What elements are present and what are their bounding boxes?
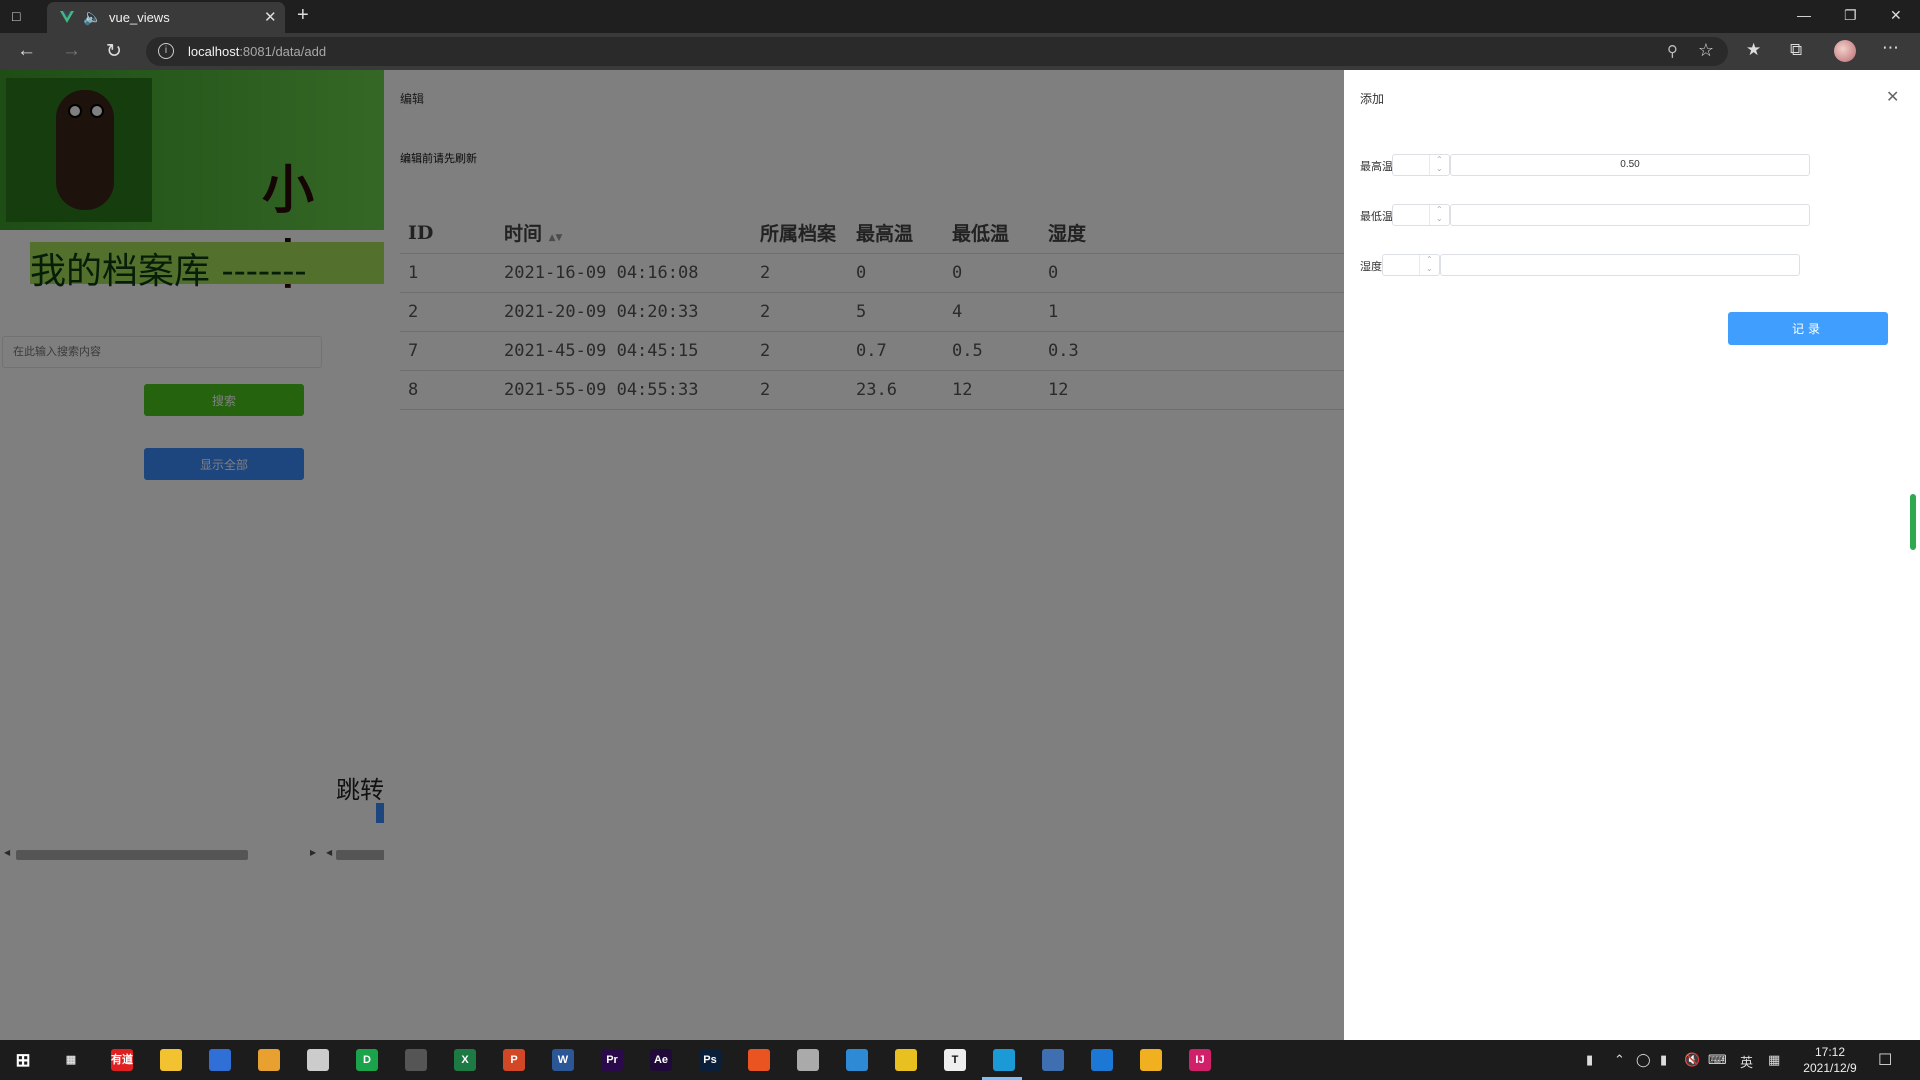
taskbar-ubuntu-icon[interactable] [748, 1049, 770, 1071]
window-close-icon[interactable]: ✕ [1890, 7, 1902, 24]
record-button[interactable]: 记录 [1728, 312, 1888, 345]
site-info-icon[interactable]: i [158, 43, 174, 59]
decrease-icon[interactable]: ⌄ [1436, 165, 1443, 173]
taskbar-terminal-icon[interactable] [405, 1049, 427, 1071]
min-temp-stepper[interactable]: ⌃ ⌄ [1392, 204, 1450, 226]
taskbar-app-e-icon[interactable] [1140, 1049, 1162, 1071]
profile-avatar[interactable] [1834, 40, 1856, 62]
taskbar: ⊞ ▦ 有道 D X P W Pr Ae Ps T IJ ▮ ⌃ ◯ ▮ 🔇 ⌨ 英 ▦ 17:1… [0, 1040, 1920, 1080]
clock-date: 2021/12/9 [1803, 1061, 1857, 1075]
zoom-out-icon[interactable]: ⚲ [1667, 42, 1678, 60]
reload-icon[interactable]: ↻ [106, 40, 122, 63]
max-temp-field[interactable]: 0.50 [1450, 154, 1810, 176]
taskbar-chrome-icon[interactable] [895, 1049, 917, 1071]
new-tab-icon[interactable]: + [297, 4, 309, 27]
power-icon[interactable]: ▮ [1660, 1052, 1667, 1068]
collections-icon[interactable]: ⧉ [1790, 40, 1802, 60]
taskbar-bt-icon[interactable] [258, 1049, 280, 1071]
forward-icon[interactable]: → [62, 40, 81, 62]
taskbar-typora-icon[interactable]: T [944, 1049, 966, 1071]
increase-icon[interactable]: ⌃ [1436, 206, 1443, 214]
taskbar-intellij-icon[interactable]: IJ [1189, 1049, 1211, 1071]
notification-icon[interactable]: ☐ [1878, 1050, 1892, 1070]
taskbar-photoshop-icon[interactable]: Ps [699, 1049, 721, 1071]
more-menu-icon[interactable]: ⋯ [1882, 38, 1899, 58]
tray-expand-icon[interactable]: ⌃ [1614, 1052, 1625, 1068]
taskbar-app-c-icon[interactable] [846, 1049, 868, 1071]
humidity-stepper[interactable]: ⌃ ⌄ [1382, 254, 1440, 276]
clock[interactable]: 17:12 2021/12/9 [1795, 1044, 1865, 1076]
min-temp-label: 最低温 [1360, 211, 1393, 223]
max-temp-label: 最高温 [1360, 161, 1393, 173]
taskbar-after-effects-icon[interactable]: Ae [650, 1049, 672, 1071]
taskbar-powerpoint-icon[interactable]: P [503, 1049, 525, 1071]
vertical-scrollbar[interactable] [1910, 494, 1916, 550]
favorites-icon[interactable]: ★ [1746, 40, 1761, 60]
taskbar-vscode-icon[interactable] [1091, 1049, 1113, 1071]
min-temp-row: 最低温 ⌃ ⌄ [1360, 204, 1810, 226]
decrease-icon[interactable]: ⌄ [1426, 265, 1433, 273]
add-drawer-title: 添加 [1360, 92, 1385, 106]
network-icon[interactable]: ◯ [1636, 1052, 1651, 1068]
url-field[interactable]: i localhost:8081/data/add ⚲ ☆ [146, 37, 1728, 66]
taskbar-premiere-icon[interactable]: Pr [601, 1049, 623, 1071]
humidity-field[interactable] [1440, 254, 1800, 276]
close-tab-icon[interactable]: ✕ [264, 8, 277, 26]
ime-mode-icon[interactable]: ▦ [1768, 1052, 1780, 1068]
taskbar-mail-icon[interactable] [209, 1049, 231, 1071]
keyboard-icon[interactable]: ⌨ [1708, 1052, 1727, 1068]
max-temp-row: 最高温 ⌃ ⌄ 0.50 [1360, 154, 1810, 176]
windows-start-icon[interactable]: ⊞ [12, 1049, 34, 1071]
tab-bar: □ 🔈 vue_views ✕ + — ❐ ✕ [0, 0, 1920, 33]
browser-tab[interactable]: 🔈 vue_views ✕ [47, 2, 285, 33]
page-content: 小 中 我的档案库 ------- 搜索 显示全部 跳转 ◀ ▶ ◀ 编辑 编辑… [0, 70, 1920, 1040]
tab-actions-icon[interactable]: □ [12, 8, 28, 24]
decrease-icon[interactable]: ⌄ [1436, 215, 1443, 223]
add-drawer: 添加 ✕ 最高温 ⌃ ⌄ 0.50 最低温 ⌃ ⌄ 湿度 ⌃ ⌄ 记录 [1344, 70, 1920, 1040]
back-icon[interactable]: ← [17, 40, 36, 62]
taskbar-file-explorer-icon[interactable] [160, 1049, 182, 1071]
taskbar-app-d-icon[interactable] [1042, 1049, 1064, 1071]
taskbar-d-app-icon[interactable]: D [356, 1049, 378, 1071]
address-bar: ← → ↻ i localhost:8081/data/add ⚲ ☆ ★ ⧉ … [0, 33, 1920, 70]
url-text: localhost:8081/data/add [188, 44, 327, 59]
taskbar-edge-icon[interactable] [993, 1049, 1015, 1071]
humidity-label: 湿度 [1360, 261, 1382, 273]
max-temp-stepper[interactable]: ⌃ ⌄ [1392, 154, 1450, 176]
taskbar-excel-icon[interactable]: X [454, 1049, 476, 1071]
taskbar-word-icon[interactable]: W [552, 1049, 574, 1071]
taskbar-app-b-icon[interactable] [797, 1049, 819, 1071]
increase-icon[interactable]: ⌃ [1436, 156, 1443, 164]
close-icon[interactable]: ✕ [1886, 87, 1899, 107]
humidity-row: 湿度 ⌃ ⌄ [1360, 254, 1810, 276]
ime-indicator[interactable]: 英 [1740, 1052, 1753, 1071]
favorite-add-icon[interactable]: ☆ [1698, 40, 1714, 61]
task-view-icon[interactable]: ▦ [60, 1049, 82, 1071]
battery-icon[interactable]: ▮ [1586, 1052, 1593, 1068]
taskbar-youdao-icon[interactable]: 有道 [111, 1049, 133, 1071]
min-temp-field[interactable] [1450, 204, 1810, 226]
mute-icon[interactable]: 🔇 [1684, 1052, 1700, 1068]
clock-time: 17:12 [1814, 1045, 1846, 1059]
increase-icon[interactable]: ⌃ [1426, 256, 1433, 264]
restore-icon[interactable]: ❐ [1844, 7, 1857, 24]
vue-logo-icon [60, 11, 74, 23]
tab-title: vue_views [109, 10, 170, 25]
modal-overlay[interactable] [0, 70, 1344, 1040]
minimize-icon[interactable]: — [1797, 7, 1811, 23]
max-temp-value: 0.50 [1620, 159, 1640, 170]
taskbar-files-icon[interactable] [307, 1049, 329, 1071]
speaker-icon[interactable]: 🔈 [83, 8, 102, 26]
